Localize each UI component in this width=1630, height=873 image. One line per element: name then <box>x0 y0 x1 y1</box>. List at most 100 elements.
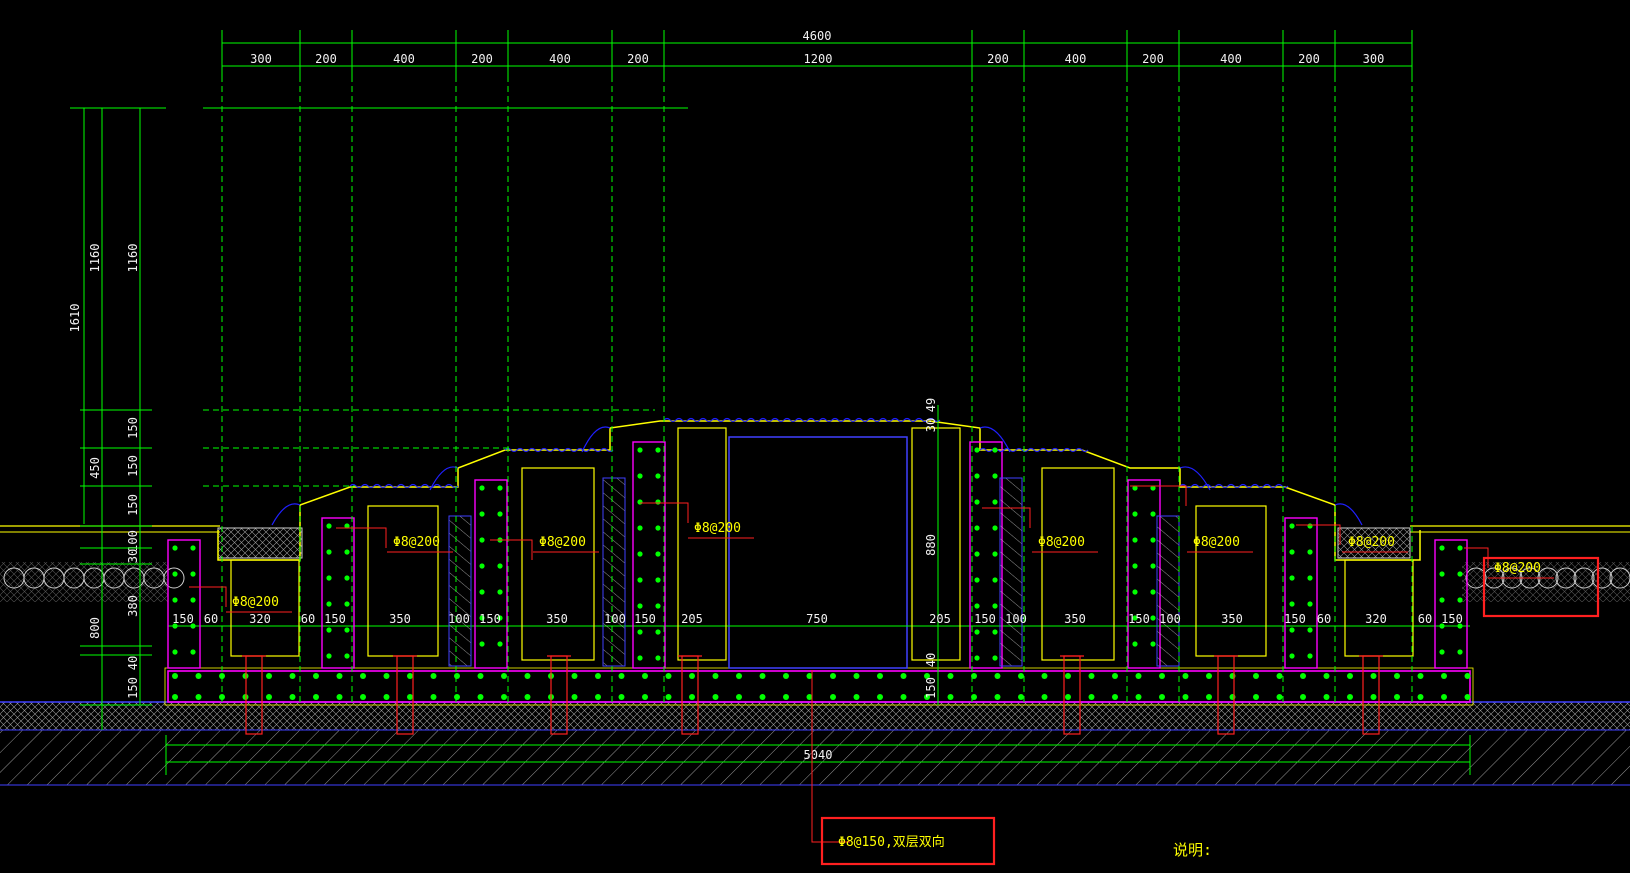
slab-rebar-bottom-692 <box>689 694 695 700</box>
wall-rebar-4-l-528 <box>974 525 980 531</box>
left-outer-800: 800 <box>88 617 102 639</box>
slab-rebar-bottom-1327 <box>1323 694 1330 700</box>
rebar-label-1: Φ8@200 <box>539 535 586 550</box>
wall-hatch-1 <box>602 477 626 667</box>
slab-rebar-top-387 <box>383 673 390 679</box>
slab-rebar-top-528 <box>524 673 531 679</box>
slab-rebar-top-575 <box>571 673 578 679</box>
wall-dim-label-9: 100 <box>604 612 626 626</box>
wall-rebar-1-l-656 <box>326 653 332 659</box>
wall-hatch-2 <box>999 477 1023 667</box>
slab-rebar-top-363 <box>360 673 366 679</box>
wall-rebar-6-l-552 <box>1289 549 1295 555</box>
wall-rebar-5-l-566 <box>1132 563 1138 569</box>
wall-rebar-6-l-526 <box>1289 523 1295 529</box>
wall-dim-label-19: 350 <box>1221 612 1243 626</box>
wall-rebar-2-r-514 <box>497 511 503 517</box>
wall-rebar-6-r-604 <box>1307 601 1313 607</box>
slab-rebar-bottom-293 <box>289 694 296 700</box>
water-waves <box>271 417 1363 526</box>
slab-rebar-bottom-316 <box>313 694 319 700</box>
slab-rebar-top-951 <box>947 673 954 679</box>
wall-rebar-3-r-528 <box>655 525 661 531</box>
wall-rebar-5-r-644 <box>1150 641 1156 647</box>
wall-rebar-6-r-630 <box>1307 627 1313 633</box>
wall-rebar-4-r-606 <box>992 603 998 609</box>
slab-rebar-top-739 <box>736 673 742 679</box>
wall-dim-label-16: 350 <box>1064 612 1086 626</box>
wall-rebar-1-r-552 <box>344 549 350 555</box>
wall-hatches <box>448 477 1180 667</box>
slab-rebar-bottom-998 <box>994 694 1001 700</box>
slab-rebar-bottom-340 <box>336 694 343 700</box>
slab-rebar-top-1468 <box>1464 673 1471 679</box>
wall-rebar-7-l-574 <box>1439 571 1445 577</box>
wall-dim-label-14: 150 <box>974 612 996 626</box>
cascade-0 <box>271 503 301 526</box>
slab-rebar-top-1280 <box>1276 673 1283 679</box>
slab-rebar-bottom-269 <box>266 694 272 700</box>
wall-rebar-1-l-578 <box>326 575 332 581</box>
left-inner-label-2: 150 <box>126 455 140 477</box>
wall-rebar-0-l-600 <box>172 597 178 603</box>
wall-rebar-3-r-632 <box>655 629 661 635</box>
center-label-0: 49 <box>924 398 938 412</box>
wall-rebar-3-l-450 <box>637 447 643 453</box>
basin-7 <box>1344 559 1414 657</box>
slab-rebar-bottom-1162 <box>1159 694 1165 700</box>
section-drawing: 4600 300 200 400 200 400 200 1200 200 400 200 400 2… <box>0 29 1630 866</box>
wall-2 <box>474 479 508 669</box>
left-dimensions: 1610 800 1160 450 1160 150 150 150 10030 380 4… <box>68 107 166 730</box>
slab-rebar-top-598 <box>595 673 601 679</box>
slab-rebar-top-1186 <box>1182 673 1189 679</box>
wall-rebar-2-l-644 <box>479 641 485 647</box>
slab-rebar-bottom-175 <box>172 694 178 700</box>
wall-rebar-4-r-554 <box>992 551 998 557</box>
slab-rebar-bottom-1186 <box>1182 694 1189 700</box>
basin-5 <box>1041 467 1115 661</box>
wall-dim-label-0: 150 <box>172 612 194 626</box>
rebar-label-5: Φ8@200 <box>1348 535 1395 550</box>
basin-6 <box>1195 505 1267 657</box>
slab-rebar-bottom-387 <box>383 694 390 700</box>
slab-rebar-top-1350 <box>1347 673 1353 679</box>
wall-rebar-3-l-502 <box>637 499 643 505</box>
slab-rebar-bottom-481 <box>477 694 484 700</box>
slab-rebar-top-1139 <box>1135 673 1142 679</box>
segment-label-3: 200 <box>471 52 493 66</box>
wall-rebar-3-r-554 <box>655 551 661 557</box>
slab-rebar-bottom-1139 <box>1135 694 1142 700</box>
stone-cap-0 <box>217 527 303 559</box>
wall-rebar-2-r-488 <box>497 485 503 491</box>
wall-rebar-3-l-554 <box>637 551 643 557</box>
wall-rebar-4-l-580 <box>974 577 980 583</box>
wall-rebar-5-l-644 <box>1132 641 1138 647</box>
wall-rebar-2-r-644 <box>497 641 503 647</box>
slab-rebar-top-1045 <box>1041 673 1048 679</box>
slab-rebar-bottom-1256 <box>1253 694 1259 700</box>
left-middle-450: 450 <box>88 457 102 479</box>
wall-rebar-6-r-526 <box>1307 523 1313 529</box>
slab-rebar-top-1209 <box>1206 673 1212 679</box>
wall-5 <box>1127 479 1161 669</box>
slab-rebar-bottom-1021 <box>1018 694 1024 700</box>
wall-dim-label-13: 205 <box>929 612 951 626</box>
rebar-leader-0 <box>336 527 387 548</box>
wall-rebar-1-l-630 <box>326 627 332 633</box>
slab-rebar-top-1444 <box>1441 673 1447 679</box>
rebar-label-7: Φ8@200 <box>1494 561 1541 576</box>
segment-label-10: 400 <box>1220 52 1242 66</box>
wall-rebar-7-l-652 <box>1439 649 1445 655</box>
wall-rebar-6-l-656 <box>1289 653 1295 659</box>
slab-rebar-bottom-457 <box>454 694 460 700</box>
wall-rebar-3-l-658 <box>637 655 643 661</box>
wall-hatch-3 <box>1156 515 1180 667</box>
concrete-structure <box>164 420 1474 706</box>
slab-rebar-bottom-434 <box>430 694 437 700</box>
slab-rebar-top-410 <box>407 673 413 679</box>
wall-7 <box>1434 539 1468 669</box>
wall-rebar-2-l-488 <box>479 485 485 491</box>
wall-rebar-4-r-450 <box>992 447 998 453</box>
slab-rebar-bottom-1374 <box>1370 694 1377 700</box>
wall-dim-label-18: 100 <box>1159 612 1181 626</box>
